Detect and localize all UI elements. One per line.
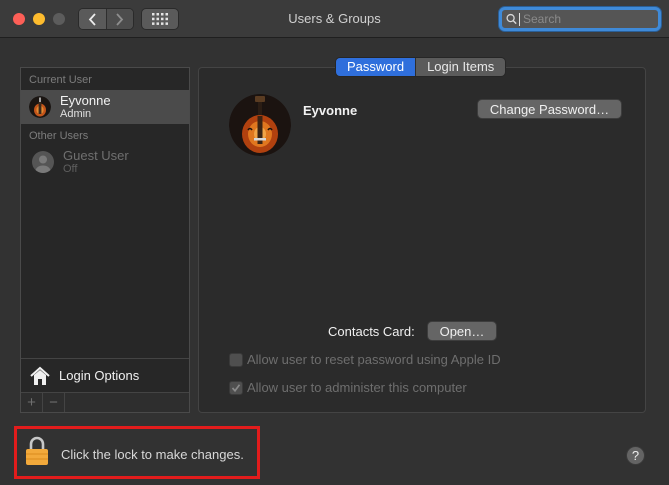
reset-password-checkbox[interactable] bbox=[229, 352, 243, 367]
lock-icon[interactable] bbox=[25, 436, 49, 466]
text-caret bbox=[519, 12, 520, 26]
tab-bar: Password Login Items bbox=[335, 57, 507, 77]
house-icon bbox=[30, 366, 50, 385]
change-password-button[interactable]: Change Password… bbox=[477, 99, 622, 119]
user-name: Guest User bbox=[63, 147, 129, 163]
search-icon bbox=[506, 13, 517, 25]
users-sidebar: Current User Eyvonne Admin Other Users G… bbox=[20, 67, 190, 413]
administer-option: Allow user to administer this computer bbox=[229, 380, 467, 395]
person-silhouette-icon bbox=[32, 151, 54, 173]
administer-checkbox[interactable] bbox=[229, 380, 243, 395]
login-options-label: Login Options bbox=[59, 368, 140, 383]
users-groups-window: Users & Groups Current User Eyvonne Admi… bbox=[0, 0, 669, 485]
guitar-profile-picture[interactable] bbox=[229, 94, 291, 156]
administer-label: Allow user to administer this computer bbox=[247, 380, 467, 395]
user-role: Admin bbox=[60, 107, 92, 120]
login-options-item[interactable]: Login Options bbox=[21, 358, 189, 392]
remove-user-button[interactable]: − bbox=[43, 393, 65, 412]
tab-password[interactable]: Password bbox=[336, 58, 416, 76]
reset-password-option: Allow user to reset password using Apple… bbox=[229, 352, 501, 367]
user-text: Guest User Off bbox=[63, 147, 129, 176]
guitar-avatar-icon bbox=[29, 96, 51, 118]
user-role: Off bbox=[63, 162, 78, 175]
user-name: Eyvonne bbox=[60, 92, 111, 108]
sidebar-actions: + − bbox=[21, 392, 189, 412]
title-bar: Users & Groups bbox=[0, 0, 669, 38]
help-button[interactable]: ? bbox=[626, 446, 645, 465]
open-contacts-card-button[interactable]: Open… bbox=[427, 321, 497, 341]
lock-instruction-text: Click the lock to make changes. bbox=[61, 447, 244, 462]
user-row-guest[interactable]: Guest User Off bbox=[21, 145, 189, 179]
search-field[interactable] bbox=[499, 7, 661, 31]
user-row-eyvonne[interactable]: Eyvonne Admin bbox=[21, 90, 189, 124]
add-user-button[interactable]: + bbox=[21, 393, 43, 412]
current-user-header: Current User bbox=[29, 74, 92, 86]
tab-login-items[interactable]: Login Items bbox=[415, 58, 506, 76]
contacts-card-label: Contacts Card: bbox=[328, 324, 415, 339]
checkmark-icon bbox=[231, 383, 241, 392]
search-input[interactable] bbox=[523, 12, 658, 26]
other-users-header: Other Users bbox=[29, 130, 89, 142]
profile-name: Eyvonne bbox=[303, 103, 358, 118]
reset-password-label: Allow user to reset password using Apple… bbox=[247, 352, 501, 367]
user-text: Eyvonne Admin bbox=[60, 92, 111, 121]
